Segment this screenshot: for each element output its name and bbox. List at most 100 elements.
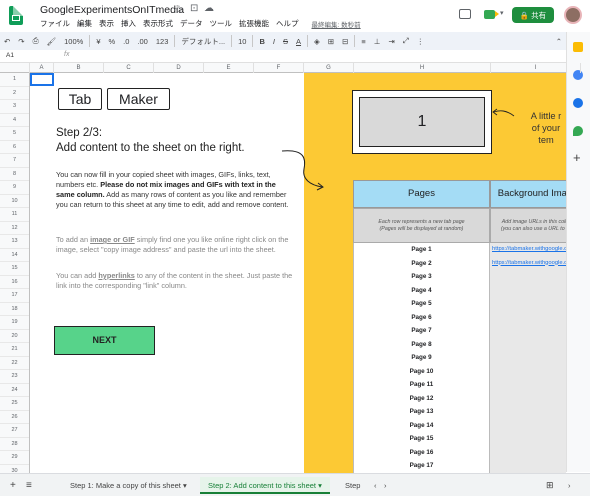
menu-item[interactable]: ファイル — [40, 18, 70, 29]
background-url-cell[interactable] — [490, 418, 566, 432]
background-url-cell[interactable] — [490, 337, 566, 351]
row-header-cell[interactable]: 20 — [0, 330, 29, 343]
background-url-cell[interactable] — [490, 283, 566, 297]
percent-button[interactable]: % — [104, 37, 119, 46]
meet-button[interactable]: ▾ — [482, 7, 508, 23]
text-wrap-icon[interactable]: ⇥ — [384, 37, 398, 46]
page-cell[interactable]: Page 2 — [353, 256, 490, 270]
background-url-cell[interactable] — [490, 270, 566, 284]
background-url-cell[interactable] — [490, 297, 566, 311]
row-header-cell[interactable]: 11 — [0, 208, 29, 222]
redo-icon[interactable]: ↷ — [14, 37, 28, 46]
page-cell[interactable]: Page 7 — [353, 324, 490, 338]
row-header-cell[interactable]: 24 — [0, 384, 29, 397]
page-cell[interactable]: Page 17 — [353, 459, 490, 473]
row-header-cell[interactable]: 5 — [0, 127, 29, 141]
strikethrough-button[interactable]: S — [279, 37, 292, 46]
row-header-cell[interactable]: 15 — [0, 262, 29, 276]
column-header-cell[interactable]: E — [204, 63, 254, 73]
column-header-cell[interactable]: C — [104, 63, 154, 73]
text-color-button[interactable]: A — [292, 37, 305, 46]
row-header-cell[interactable]: 16 — [0, 276, 29, 289]
column-header-background[interactable]: Background Imag — [490, 180, 566, 208]
menu-item[interactable]: 編集 — [77, 18, 92, 29]
page-cell[interactable]: Page 4 — [353, 283, 490, 297]
number-format-button[interactable]: 123 — [152, 37, 173, 46]
column-header-cell[interactable]: G — [304, 63, 354, 73]
row-header-cell[interactable]: 14 — [0, 249, 29, 262]
sheet-tab-step1[interactable]: Step 1: Make a copy of this sheet ▾ — [62, 477, 195, 494]
sheet-tab-step2[interactable]: Step 2: Add content to this sheet ▾ — [200, 477, 330, 494]
maps-icon[interactable] — [573, 126, 583, 136]
background-url-cell[interactable] — [490, 324, 566, 338]
all-sheets-button[interactable]: ≡ — [18, 477, 40, 494]
column-header-cell[interactable]: D — [154, 63, 204, 73]
page-cell[interactable]: Page 14 — [353, 418, 490, 432]
selected-cell-a1[interactable] — [30, 73, 54, 86]
side-panel-toggle-icon[interactable]: › — [560, 477, 579, 494]
sheets-logo-icon[interactable] — [9, 6, 23, 25]
document-title[interactable]: GoogleExperimentsOnITmedia — [40, 4, 184, 16]
move-folder-icon[interactable]: ⊡ — [190, 3, 198, 14]
background-url-cell[interactable] — [490, 378, 566, 392]
align-vertical-icon[interactable]: ⊥ — [370, 37, 385, 46]
background-url-cell[interactable] — [490, 391, 566, 405]
column-header-cell[interactable]: H — [354, 63, 491, 73]
row-header-cell[interactable]: 9 — [0, 181, 29, 195]
row-header-cell[interactable]: 2 — [0, 87, 29, 100]
row-header-cell[interactable]: 7 — [0, 154, 29, 168]
page-cell[interactable]: Page 9 — [353, 351, 490, 365]
avatar[interactable] — [564, 6, 582, 24]
menu-item[interactable]: ヘルプ — [276, 18, 299, 29]
scroll-right-icon[interactable]: › — [376, 477, 395, 494]
page-cell[interactable]: Page 5 — [353, 297, 490, 311]
text-rotate-icon[interactable]: ⤢ — [399, 36, 413, 46]
page-cell[interactable]: Page 16 — [353, 445, 490, 459]
menu-item[interactable]: ツール — [210, 18, 233, 29]
increase-decimal-button[interactable]: .00 — [133, 37, 151, 46]
sheet-grid[interactable]: Tab Maker Step 2/3: Add content to the s… — [30, 73, 566, 473]
row-header-cell[interactable]: 21 — [0, 343, 29, 357]
add-addon-icon[interactable]: + — [573, 150, 581, 165]
row-header-cell[interactable]: 19 — [0, 316, 29, 330]
cloud-status-icon[interactable]: ☁ — [204, 3, 214, 14]
page-cell[interactable]: Page 12 — [353, 391, 490, 405]
menu-item[interactable]: 表示 — [99, 18, 114, 29]
row-header-cell[interactable]: 25 — [0, 397, 29, 411]
row-header-cell[interactable]: 12 — [0, 222, 29, 235]
font-size-select[interactable]: 10 — [234, 37, 250, 46]
column-header-cell[interactable]: I — [491, 63, 581, 73]
share-button[interactable]: 🔒 共有 — [512, 7, 554, 23]
collapse-toolbar-icon[interactable]: ⌃ — [552, 37, 566, 46]
row-header-cell[interactable]: 17 — [0, 289, 29, 303]
comments-icon[interactable] — [459, 9, 471, 19]
background-url-cell[interactable] — [490, 459, 566, 473]
borders-icon[interactable]: ⊞ — [324, 37, 338, 46]
page-cell[interactable]: Page 13 — [353, 405, 490, 419]
column-header-pages[interactable]: Pages — [353, 180, 490, 208]
select-all-corner[interactable] — [0, 63, 30, 73]
page-cell[interactable]: Page 6 — [353, 310, 490, 324]
decrease-decimal-button[interactable]: .0 — [119, 37, 133, 46]
row-header-cell[interactable]: 13 — [0, 235, 29, 249]
row-header-cell[interactable]: 23 — [0, 370, 29, 384]
more-icon[interactable]: ⋮ — [413, 37, 429, 46]
background-url-cell[interactable] — [490, 364, 566, 378]
fill-color-icon[interactable]: ◈ — [310, 37, 324, 46]
page-cell[interactable]: Page 10 — [353, 364, 490, 378]
menu-item[interactable]: データ — [180, 18, 203, 29]
column-header-cell[interactable]: F — [254, 63, 304, 73]
font-select[interactable]: デフォルト... — [177, 36, 229, 47]
page-cell[interactable]: Page 15 — [353, 432, 490, 446]
menu-item[interactable]: 表示形式 — [143, 18, 173, 29]
contacts-icon[interactable] — [573, 98, 583, 108]
explore-icon[interactable]: ⊞ — [538, 477, 562, 494]
background-url-cell[interactable]: https://tabmaker.withgoogle.co — [490, 256, 566, 270]
page-cell[interactable]: Page 8 — [353, 337, 490, 351]
row-header-cell[interactable]: 10 — [0, 195, 29, 208]
zoom-select[interactable]: 100% — [60, 37, 87, 46]
last-edit-link[interactable]: 最終編集: 数秒前 — [312, 19, 361, 29]
background-url-cell[interactable] — [490, 310, 566, 324]
background-url-cell[interactable]: https://tabmaker.withgoogle.co — [490, 243, 566, 257]
row-header-cell[interactable]: 18 — [0, 303, 29, 316]
